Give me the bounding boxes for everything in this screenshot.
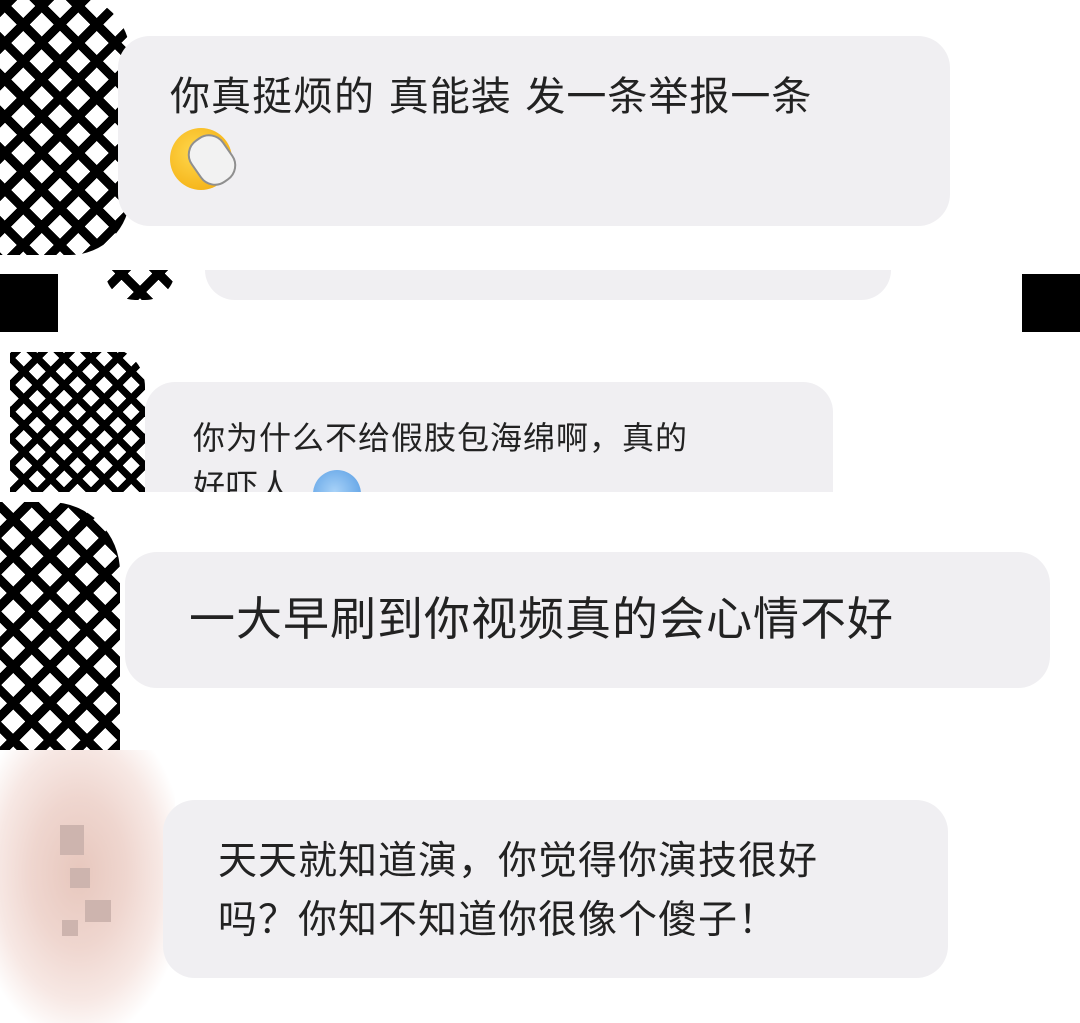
avatar-blur-block xyxy=(70,868,90,888)
comment-bubble: 你真挺烦的 真能装 发一条举报一条 xyxy=(118,36,950,226)
comment-strip-4: 一大早刷到你视频真的会心情不好 xyxy=(0,492,1080,750)
slipper-icon xyxy=(180,127,244,193)
comment-text: 你为什么不给假肢包海绵啊，真的 好吓人 xyxy=(193,419,689,492)
slipper-emoji-icon xyxy=(170,127,244,193)
comment-bubble-cut xyxy=(205,270,891,300)
avatar-blur-block xyxy=(60,825,84,855)
comment-strip-2 xyxy=(0,270,1080,352)
avatar-redacted xyxy=(0,502,120,750)
redaction-block-right xyxy=(1022,274,1080,332)
avatar-blurred xyxy=(0,750,175,1023)
comment-strip-1: 你真挺烦的 真能装 发一条举报一条 xyxy=(0,0,1080,270)
avatar-redacted xyxy=(10,352,145,492)
comment-text: 一大早刷到你视频真的会心情不好 xyxy=(189,592,894,646)
comment-strip-5: 天天就知道演，你觉得你演技很好 吗？你知不知道你很像个傻子！ xyxy=(0,750,1080,1023)
comment-bubble: 天天就知道演，你觉得你演技很好 吗？你知不知道你很像个傻子！ xyxy=(163,800,948,978)
comment-bubble: 你为什么不给假肢包海绵啊，真的 好吓人 xyxy=(145,382,833,492)
redaction-block-left xyxy=(0,274,58,332)
avatar-redacted xyxy=(0,0,130,255)
comment-strip-3: 你为什么不给假肢包海绵啊，真的 好吓人 xyxy=(0,352,1080,492)
avatar-blur-block xyxy=(85,900,111,922)
avatar-blur-block xyxy=(62,920,78,936)
avatar-redacted xyxy=(105,270,175,300)
comment-text: 你真挺烦的 真能装 发一条举报一条 xyxy=(170,74,813,120)
comment-text: 天天就知道演，你觉得你演技很好 吗？你知不知道你很像个傻子！ xyxy=(218,839,819,943)
comment-bubble: 一大早刷到你视频真的会心情不好 xyxy=(125,552,1050,688)
